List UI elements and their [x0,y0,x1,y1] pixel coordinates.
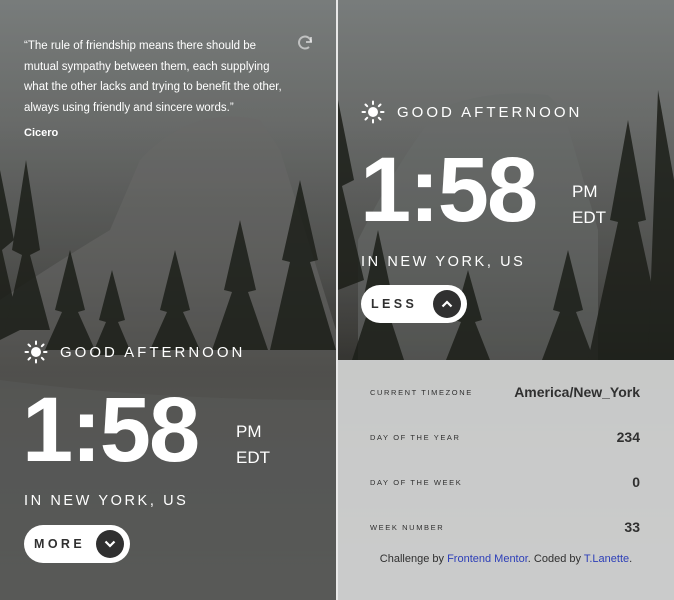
detail-label: DAY OF THE WEEK [370,477,463,487]
clock-view-collapsed: “The rule of friendship means there shou… [0,0,336,600]
detail-label: WEEK NUMBER [370,522,445,532]
greeting: GOOD AFTERNOON [361,100,582,124]
detail-label: DAY OF THE YEAR [370,432,461,442]
less-button-label: LESS [371,297,418,311]
detail-row-timezone: CURRENT TIMEZONE America/New_York [370,384,640,400]
detail-row-day-of-week: DAY OF THE WEEK 0 [370,474,640,490]
location: IN NEW YORK, US [24,493,189,509]
credit-suffix: . [629,553,633,565]
clock-time: 1:58 [22,379,200,481]
quote-author: Cicero [24,127,59,139]
detail-label: CURRENT TIMEZONE [370,387,473,397]
detail-value: 33 [624,519,640,535]
meridiem: PM [572,182,598,201]
clock-time: 1:58 [360,139,538,241]
refresh-icon[interactable] [296,34,314,52]
detail-row-week-number: WEEK NUMBER 33 [370,519,640,535]
author-link[interactable]: T.Lanette [584,553,629,565]
attribution: Challenge by Frontend Mentor. Coded by T… [338,553,674,565]
detail-value: 234 [616,429,640,445]
less-button[interactable]: LESS [361,285,467,323]
detail-value: America/New_York [514,384,640,400]
detail-row-day-of-year: DAY OF THE YEAR 234 [370,429,640,445]
credit-middle: . Coded by [527,553,584,565]
frontend-mentor-link[interactable]: Frontend Mentor [447,553,528,565]
location: IN NEW YORK, US [361,254,526,270]
timezone-abbr: EDT [572,208,606,227]
sun-icon [361,100,385,124]
timezone-abbr: EDT [236,448,270,467]
meridiem: PM [236,422,262,441]
chevron-down-icon [96,530,124,558]
more-button-label: MORE [34,537,86,551]
chevron-up-icon [433,290,461,318]
detail-value: 0 [632,474,640,490]
clock-view-expanded: GOOD AFTERNOON 1:58 PM EDT IN NEW YORK, … [338,0,674,600]
more-button[interactable]: MORE [24,525,130,563]
quote-text: “The rule of friendship means there shou… [24,40,282,114]
credit-prefix: Challenge by [379,553,448,565]
greeting: GOOD AFTERNOON [24,340,245,364]
greeting-text: GOOD AFTERNOON [60,343,246,361]
greeting-text: GOOD AFTERNOON [397,103,583,121]
sun-icon [24,340,48,364]
